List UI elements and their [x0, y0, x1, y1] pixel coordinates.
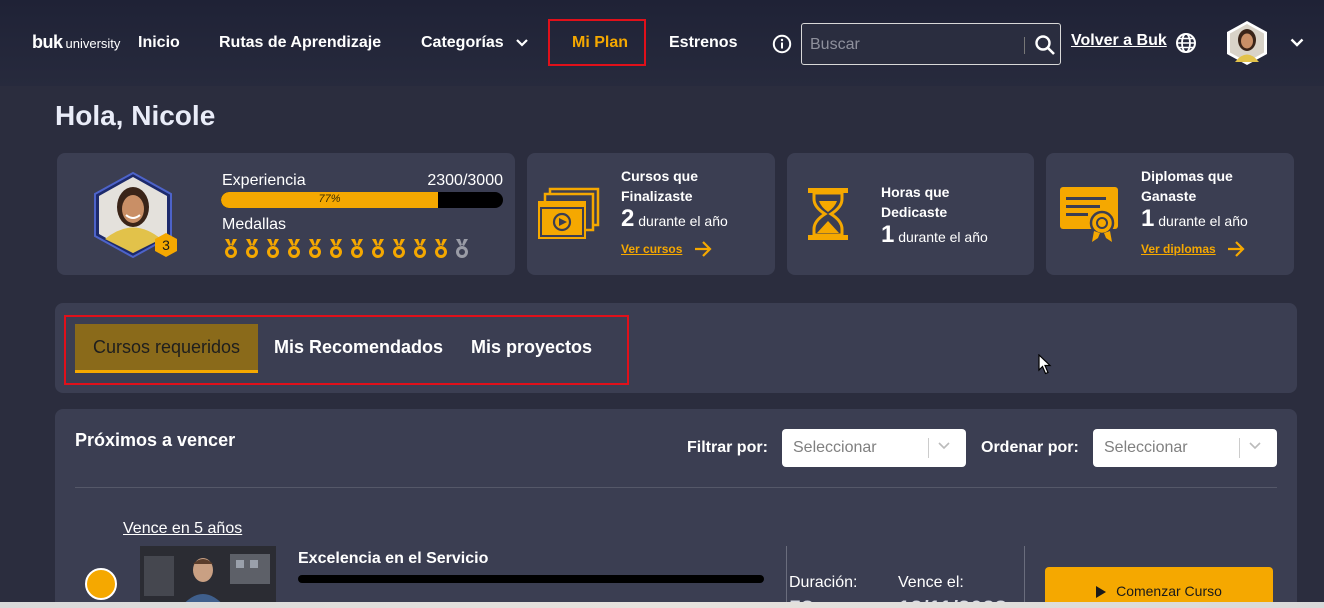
course-meta-divider — [786, 546, 787, 608]
user-menu-chevron-down-icon[interactable] — [1290, 38, 1304, 47]
section-divider — [75, 487, 1277, 488]
arrow-right-icon[interactable] — [1227, 241, 1245, 257]
filter-select-value: Seleccionar — [793, 439, 877, 456]
ver-cursos-link[interactable]: Ver cursos — [621, 242, 682, 256]
hours-count-suffix: durante el año — [898, 229, 988, 245]
experience-percent: 77% — [318, 193, 341, 205]
search-box[interactable] — [801, 23, 1061, 65]
search-icon[interactable] — [1034, 34, 1056, 56]
courses-count-suffix: durante el año — [638, 213, 728, 229]
diplomas-card-count-line: 1 durante el año — [1141, 205, 1248, 233]
filter-select[interactable]: Seleccionar — [782, 429, 966, 467]
level-badge: 3 — [155, 233, 177, 257]
medal-earned-icon — [330, 239, 342, 258]
experience-value: 2300/3000 — [427, 172, 503, 189]
medal-earned-icon — [435, 239, 447, 258]
course-progress-bar — [298, 575, 764, 583]
courses-finished-card: Cursos que Finalizaste 2 durante el año … — [527, 153, 775, 275]
level-number: 3 — [162, 237, 170, 253]
course-due-label[interactable]: Vence en 5 años — [123, 520, 242, 538]
course-thumbnail-image — [140, 546, 276, 608]
chevron-down-icon — [516, 38, 528, 47]
medal-earned-icon — [267, 239, 279, 258]
hours-card-title: Horas que Dedicaste — [881, 184, 950, 220]
medal-earned-icon — [288, 239, 300, 258]
volver-a-buk-link[interactable]: Volver a Buk — [1071, 32, 1167, 50]
chevron-down-icon — [1249, 442, 1261, 450]
medals-label: Medallas — [222, 216, 287, 233]
hours-count: 1 — [881, 221, 895, 248]
medal-earned-icon — [225, 239, 237, 258]
user-avatar[interactable] — [1226, 20, 1268, 66]
chevron-down-icon — [938, 442, 950, 450]
order-select-value: Seleccionar — [1104, 439, 1188, 456]
comenzar-curso-label: Comenzar Curso — [1116, 583, 1222, 599]
nav-categorias[interactable]: Categorías — [421, 34, 528, 52]
info-icon[interactable] — [772, 34, 792, 54]
nav-estrenos[interactable]: Estrenos — [669, 34, 737, 52]
greeting-title: Hola, Nicole — [55, 100, 216, 131]
medal-earned-icon — [246, 239, 258, 258]
nav-inicio[interactable]: Inicio — [138, 34, 180, 52]
diplomas-earned-card: Diplomas que Ganaste 1 durante el año Ve… — [1046, 153, 1294, 275]
experience-label: Experiencia — [222, 172, 306, 189]
diplomas-card-title: Diplomas que Ganaste — [1141, 168, 1233, 204]
bottom-edge — [0, 602, 1324, 608]
buk-university-logo[interactable]: buk university — [32, 32, 120, 53]
hours-dedicated-card: Horas que Dedicaste 1 durante el año — [787, 153, 1034, 275]
order-select[interactable]: Seleccionar — [1093, 429, 1277, 467]
medal-locked-icon — [456, 239, 468, 258]
courses-card-count-line: 2 durante el año — [621, 205, 728, 233]
diplomas-count: 1 — [1141, 205, 1155, 232]
medal-earned-icon — [393, 239, 405, 258]
course-status-indicator — [85, 568, 117, 600]
section-title: Próximos a vencer — [75, 430, 236, 450]
expires-label: Vence el: — [898, 574, 964, 591]
diplomas-count-suffix: durante el año — [1158, 213, 1248, 229]
courses-count: 2 — [621, 205, 635, 232]
medals-row — [223, 239, 470, 259]
nav-mi-plan[interactable]: Mi Plan — [572, 34, 628, 52]
hourglass-icon — [808, 188, 848, 240]
medal-earned-icon — [351, 239, 363, 258]
mouse-cursor-icon — [1038, 354, 1052, 375]
courses-card-title: Cursos que Finalizaste — [621, 168, 699, 204]
order-label: Ordenar por: — [981, 439, 1079, 456]
select-divider — [1239, 438, 1240, 458]
video-courses-icon — [538, 187, 600, 239]
ver-diplomas-link[interactable]: Ver diplomas — [1141, 242, 1216, 256]
tabs-highlight — [64, 315, 629, 385]
hours-card-count-line: 1 durante el año — [881, 221, 988, 249]
nav-categorias-label: Categorías — [421, 34, 504, 51]
experience-progress-bar: 77% — [221, 192, 503, 208]
arrow-right-icon[interactable] — [694, 241, 712, 257]
select-divider — [928, 438, 929, 458]
duration-label: Duración: — [789, 574, 858, 591]
experience-card: 3 Experiencia 2300/3000 77% Medallas — [57, 153, 515, 275]
medal-earned-icon — [309, 239, 321, 258]
course-thumbnail[interactable] — [140, 546, 276, 608]
diploma-certificate-icon — [1060, 187, 1118, 242]
course-title[interactable]: Excelencia en el Servicio — [298, 550, 488, 568]
play-icon — [1096, 586, 1107, 599]
globe-icon[interactable] — [1175, 32, 1197, 54]
medal-earned-icon — [414, 239, 426, 258]
medal-earned-icon — [372, 239, 384, 258]
search-divider — [1024, 37, 1025, 54]
filter-label: Filtrar por: — [687, 439, 768, 456]
logo-sub: university — [65, 36, 121, 51]
nav-rutas-de-aprendizaje[interactable]: Rutas de Aprendizaje — [219, 34, 381, 52]
search-input[interactable] — [810, 33, 1020, 57]
course-meta-divider — [1024, 546, 1025, 608]
logo-main: buk — [32, 32, 63, 52]
